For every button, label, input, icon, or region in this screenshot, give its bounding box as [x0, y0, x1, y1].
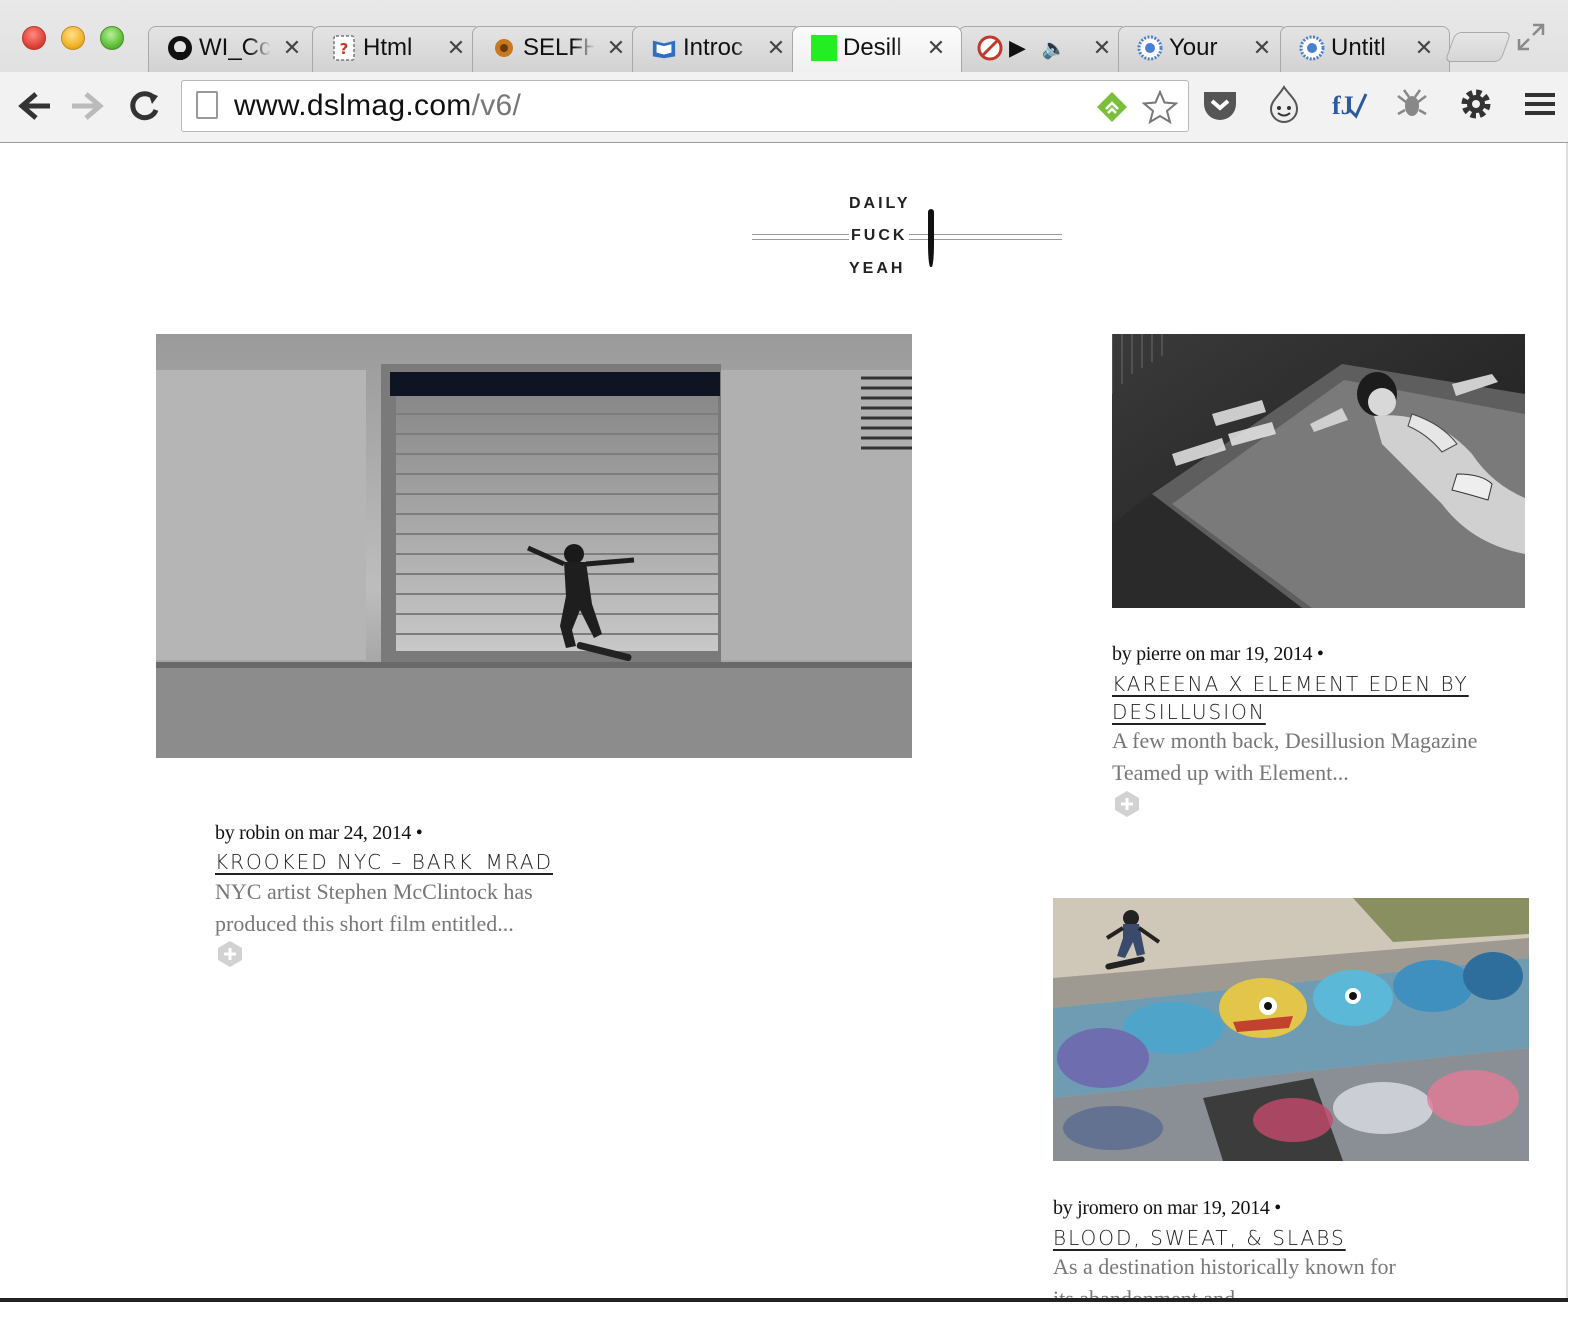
tab-close-icon[interactable]: ✕	[1091, 35, 1113, 61]
tab-title: Introc	[683, 34, 744, 61]
tab-title: Html	[363, 34, 413, 61]
post-excerpt: As a destination historically known for …	[1053, 1254, 1396, 1298]
tab-close-icon[interactable]: ✕	[1251, 35, 1273, 61]
svg-text:?: ?	[340, 40, 349, 58]
green-square-icon	[811, 35, 837, 61]
post-image[interactable]	[156, 334, 912, 758]
question-page-icon: ?	[331, 35, 357, 61]
reload-icon[interactable]	[124, 86, 164, 126]
menu-hamburger-icon[interactable]	[1520, 84, 1560, 124]
graffiti-skatepark-photo	[1053, 898, 1529, 1161]
github-icon	[167, 35, 193, 61]
tab-title: Your	[1169, 34, 1218, 61]
browser-tab[interactable]: WI_Cc ✕	[148, 26, 318, 72]
post-image[interactable]	[1053, 898, 1529, 1161]
blue-circle-icon	[1137, 35, 1163, 61]
woman-on-bed-photo	[1112, 334, 1525, 608]
tab-title: WI_Cc	[199, 34, 271, 61]
svg-text:fJ: fJ	[1332, 91, 1354, 120]
site-logo[interactable]: DAILY FUCK YEAH	[752, 191, 1062, 281]
tab-title: Desill	[843, 34, 902, 61]
post-title-link[interactable]: KROOKED NYC – BARK_MRAD	[215, 848, 635, 876]
fj-extension-icon[interactable]: fJ	[1328, 84, 1368, 124]
browser-window-chrome: WI_Cc ✕ ? Html ✕ SELFH ✕ Introc ✕ Desill…	[0, 0, 1568, 143]
forward-arrow-icon[interactable]	[68, 86, 108, 126]
tab-close-icon[interactable]: ✕	[281, 35, 303, 61]
back-arrow-icon[interactable]	[14, 86, 54, 126]
post-excerpt: A few month back, Desillusion Magazine T…	[1112, 728, 1478, 785]
feedly-icon[interactable]	[1094, 89, 1130, 125]
bug-icon[interactable]	[1392, 84, 1432, 124]
tab-close-icon[interactable]: ✕	[605, 35, 627, 61]
browser-tab[interactable]: Your ✕	[1118, 26, 1288, 72]
bookmark-star-icon[interactable]	[1141, 89, 1179, 125]
url-host: www.dslmag.com	[234, 89, 472, 122]
post-excerpt: NYC artist Stephen McClintock has produc…	[215, 879, 533, 936]
tab-close-icon[interactable]: ✕	[445, 35, 467, 61]
logo-word: FUCK	[849, 227, 910, 245]
window-edge	[0, 1298, 1568, 1302]
post-meta: by pierre on mar 19, 2014 •	[1112, 643, 1324, 665]
knife-icon	[928, 209, 934, 267]
tab-close-icon[interactable]: ✕	[925, 35, 947, 61]
new-tab-button[interactable]	[1444, 32, 1512, 62]
post-image[interactable]	[1112, 334, 1525, 608]
page-icon	[196, 91, 218, 119]
browser-tab[interactable]: Untitl ✕	[1280, 26, 1450, 72]
settings-gear-icon[interactable]	[1456, 84, 1496, 124]
url-path: /v6/	[471, 89, 522, 122]
browser-tab[interactable]: SELFH ✕	[472, 26, 642, 72]
browser-toolbar: www.dslmag.com/v6/ fJ	[0, 72, 1568, 142]
logo-word: DAILY	[849, 195, 911, 212]
minimize-window-button[interactable]	[61, 26, 85, 50]
address-bar[interactable]: www.dslmag.com/v6/	[181, 80, 1189, 132]
window-edge	[1566, 143, 1568, 1300]
close-window-button[interactable]	[22, 26, 46, 50]
browser-tab-active[interactable]: Desill ✕	[792, 26, 962, 72]
tab-close-icon[interactable]: ✕	[1413, 35, 1435, 61]
pocket-icon[interactable]	[1200, 84, 1240, 124]
skater-garage-door-photo	[156, 334, 912, 758]
logo-word: YEAH	[849, 260, 906, 277]
plus-icon[interactable]	[216, 940, 244, 968]
post-meta: by robin on mar 24, 2014 •	[215, 822, 423, 844]
blue-circle-icon	[1299, 35, 1325, 61]
post-title-link[interactable]: BLOOD, SWEAT, & SLABS	[1053, 1224, 1453, 1252]
zoom-window-button[interactable]	[100, 26, 124, 50]
post-meta: by jromero on mar 19, 2014 •	[1053, 1197, 1282, 1219]
stop-icon	[977, 35, 1003, 61]
tab-title: SELFH	[523, 34, 595, 61]
book-icon	[651, 35, 677, 61]
browser-tab[interactable]: ▶ 🔈 ✕	[958, 26, 1128, 72]
plus-icon[interactable]	[1113, 790, 1141, 818]
tab-close-icon[interactable]: ✕	[765, 35, 787, 61]
play-icon[interactable]: ▶	[1009, 35, 1026, 61]
browser-tab[interactable]: ? Html ✕	[312, 26, 482, 72]
web-page: DAILY FUCK YEAH by robin on mar 24, 2014…	[0, 143, 1568, 1298]
speaker-icon[interactable]: 🔈	[1042, 36, 1067, 61]
post-title-link[interactable]: KAREENA X ELEMENT EDEN BY DESILLUSION	[1112, 670, 1492, 726]
flame-face-icon[interactable]	[1264, 84, 1304, 124]
fullscreen-icon[interactable]	[1516, 22, 1546, 52]
tab-strip: WI_Cc ✕ ? Html ✕ SELFH ✕ Introc ✕ Desill…	[0, 0, 1568, 72]
tab-title: Untitl	[1331, 34, 1386, 61]
browser-tab[interactable]: Introc ✕	[632, 26, 802, 72]
selfhtml-icon	[491, 35, 517, 61]
url-text[interactable]: www.dslmag.com/v6/	[234, 89, 521, 123]
